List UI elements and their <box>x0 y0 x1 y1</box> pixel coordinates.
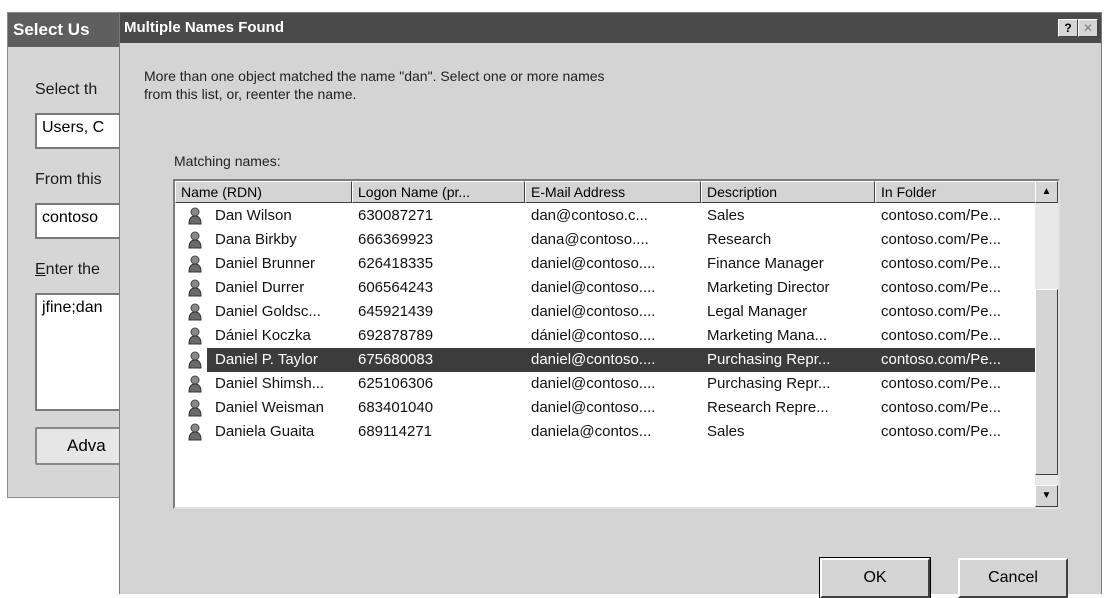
column-header-name[interactable]: Name (RDN) <box>175 181 352 203</box>
instruction-line-2: from this list, or, reenter the name. <box>144 86 357 102</box>
cell-email: dániel@contoso.... <box>531 327 656 344</box>
cell-name: Daniel Goldsc... <box>215 303 321 320</box>
cell-email: daniel@contoso.... <box>531 351 656 368</box>
table-row[interactable]: Dana Birkby 666369923 dana@contoso.... Rese… <box>175 228 1037 252</box>
cell-folder: contoso.com/Pe... <box>881 207 1002 224</box>
table-row[interactable]: Daniel Shimsh... 625106306 daniel@contoso.… <box>175 372 1037 396</box>
table-row[interactable]: Daniel Durrer 606564243 daniel@contoso....… <box>175 276 1037 300</box>
cell-description: Research <box>707 231 772 248</box>
scroll-down-button[interactable]: ▼ <box>1035 485 1058 507</box>
cell-folder: contoso.com/Pe... <box>881 327 1002 344</box>
instruction-line-1: More than one object matched the name "d… <box>144 68 605 84</box>
cell-description: Purchasing Repr... <box>707 375 831 392</box>
enter-names-accesskey: E <box>35 261 46 278</box>
matching-names-label: Matching names: <box>174 153 281 169</box>
cell-name: Dániel Koczka <box>215 327 311 344</box>
scroll-thumb[interactable] <box>1035 289 1058 475</box>
cell-description: Marketing Director <box>707 279 830 296</box>
table-row[interactable]: Daniel Brunner 626418335 daniel@contoso...… <box>175 252 1037 276</box>
cell-logon: 675680083 <box>358 351 434 368</box>
title-bar: Multiple Names Found ? ✕ <box>120 13 1101 43</box>
cell-logon: 625106306 <box>358 375 434 392</box>
user-icon <box>188 351 202 369</box>
cell-name: Daniel Shimsh... <box>215 375 325 392</box>
cell-logon: 666369923 <box>358 231 434 248</box>
enter-names-label: Enter the <box>35 261 100 279</box>
cell-folder: contoso.com/Pe... <box>881 423 1002 440</box>
column-header-folder[interactable]: In Folder <box>875 181 1037 203</box>
table-row[interactable]: Daniel Goldsc... 645921439 daniel@contoso.… <box>175 300 1037 324</box>
user-icon <box>188 399 202 417</box>
scroll-up-button[interactable]: ▲ <box>1035 181 1058 203</box>
multiple-names-found-dialog: Multiple Names Found ? ✕ More than one o… <box>119 12 1102 598</box>
user-icon <box>188 231 202 249</box>
cell-description: Sales <box>707 423 745 440</box>
cell-logon: 645921439 <box>358 303 434 320</box>
cell-folder: contoso.com/Pe... <box>881 375 1002 392</box>
instruction-message: More than one object matched the name "d… <box>144 67 844 103</box>
select-object-type-label: Select th <box>35 81 98 98</box>
table-row[interactable]: Dániel Koczka 692878789 dániel@contoso....… <box>175 324 1037 348</box>
cell-description: Research Repre... <box>707 399 829 416</box>
cancel-button[interactable]: Cancel <box>958 558 1068 598</box>
user-icon <box>188 255 202 273</box>
cell-logon: 689114271 <box>358 423 432 440</box>
cell-email: daniel@contoso.... <box>531 279 656 296</box>
cell-logon: 630087271 <box>358 207 434 224</box>
cell-name: Dan Wilson <box>215 207 292 224</box>
user-icon <box>188 423 202 441</box>
cell-description: Purchasing Repr... <box>707 351 831 368</box>
ok-button[interactable]: OK <box>819 557 931 598</box>
cell-logon: 626418335 <box>358 255 434 272</box>
cell-email: daniel@contoso.... <box>531 303 656 320</box>
cell-name: Dana Birkby <box>215 231 297 248</box>
close-button[interactable]: ✕ <box>1078 19 1098 37</box>
enter-names-label-rest: nter the <box>45 261 100 278</box>
cell-folder: contoso.com/Pe... <box>881 351 1002 368</box>
cell-folder: contoso.com/Pe... <box>881 279 1002 296</box>
vertical-scrollbar[interactable]: ▲ ▼ <box>1035 181 1058 507</box>
user-icon <box>188 327 202 345</box>
cell-email: daniel@contoso.... <box>531 375 656 392</box>
cell-logon: 606564243 <box>358 279 434 296</box>
cell-description: Finance Manager <box>707 255 824 272</box>
dialog-title: Multiple Names Found <box>124 19 285 36</box>
column-header-description[interactable]: Description <box>701 181 875 203</box>
user-icon <box>188 375 202 393</box>
user-icon <box>188 303 202 321</box>
table-row[interactable]: Dan Wilson 630087271 dan@contoso.c... Sales… <box>175 204 1037 228</box>
table-row[interactable]: Daniel Weisman 683401040 daniel@contoso...… <box>175 396 1037 420</box>
cell-name: Daniel Durrer <box>215 279 305 296</box>
cell-description: Legal Manager <box>707 303 808 320</box>
cell-logon: 692878789 <box>358 327 434 344</box>
cell-folder: contoso.com/Pe... <box>881 399 1002 416</box>
cell-email: dana@contoso.... <box>531 231 649 248</box>
cell-folder: contoso.com/Pe... <box>881 303 1002 320</box>
help-button[interactable]: ? <box>1058 19 1078 37</box>
cell-logon: 683401040 <box>358 399 434 416</box>
cell-email: daniel@contoso.... <box>531 399 656 416</box>
user-icon <box>188 279 202 297</box>
list-header: Name (RDN) Logon Name (pr... E-Mail Addr… <box>175 181 1037 203</box>
cell-description: Marketing Mana... <box>707 327 828 344</box>
cell-email: daniel@contoso.... <box>531 255 656 272</box>
cell-name: Daniel P. Taylor <box>215 351 318 368</box>
column-header-logon[interactable]: Logon Name (pr... <box>352 181 525 203</box>
cell-folder: contoso.com/Pe... <box>881 231 1002 248</box>
matching-names-list[interactable]: Name (RDN) Logon Name (pr... E-Mail Addr… <box>173 179 1060 509</box>
table-row-selected[interactable]: Daniel P. Taylor 675680083 daniel@contoso.… <box>175 348 1037 372</box>
cell-name: Daniel Brunner <box>215 255 316 272</box>
table-row[interactable]: Daniela Guaita 689114271 daniela@contos...… <box>175 420 1037 444</box>
cell-email: daniela@contos... <box>531 423 652 440</box>
cell-email: dan@contoso.c... <box>531 207 648 224</box>
column-header-email[interactable]: E-Mail Address <box>525 181 701 203</box>
user-icon <box>188 207 202 225</box>
from-location-label: From this <box>35 171 102 188</box>
cell-folder: contoso.com/Pe... <box>881 255 1002 272</box>
cell-description: Sales <box>707 207 745 224</box>
cell-name: Daniela Guaita <box>215 423 315 440</box>
cell-name: Daniel Weisman <box>215 399 324 416</box>
